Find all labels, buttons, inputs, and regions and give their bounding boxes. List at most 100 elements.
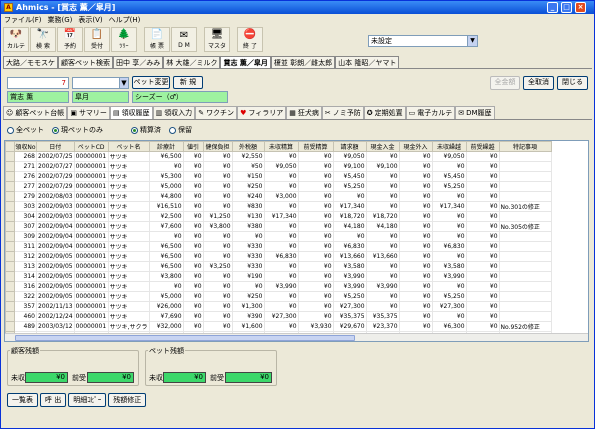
row-header[interactable] — [5, 201, 15, 212]
column-header[interactable]: ペットCD — [73, 141, 109, 152]
radio-this-pet[interactable]: 現ペットのみ — [52, 125, 103, 135]
tab-receipt-input[interactable]: ▥ 領収入力 — [152, 106, 196, 119]
row-header[interactable] — [5, 231, 15, 242]
table-row[interactable]: 277 2002/07/29 00000001 サツキ ¥5,000 ¥0 ¥0 ¥250 ¥0… — [5, 181, 552, 192]
menu-view[interactable]: 表示(V) — [78, 15, 102, 25]
client-tab[interactable]: 顧客ペット検索 — [58, 56, 113, 68]
column-header[interactable]: 外税額 — [231, 141, 265, 152]
column-header[interactable]: 現金外入 — [398, 141, 433, 152]
copy-detail-button[interactable]: 明細ｺﾋﾟｰ — [68, 393, 107, 407]
row-header[interactable] — [5, 161, 15, 172]
cancel-all-button[interactable]: 全取消 — [523, 76, 554, 90]
client-tab[interactable]: 榎並 彰朗／雌太郎 — [270, 56, 336, 68]
dm-button[interactable]: ✉ D M — [171, 27, 197, 52]
horizontal-scrollbar[interactable] — [5, 333, 588, 341]
scrollbar-thumb[interactable] — [15, 335, 355, 341]
receipt-history-grid[interactable]: 領収No 日付 ペットCD ペット名 診療計 値引 健保負担 外税額 未収精算 前受精算 請求額 現金… — [4, 140, 589, 342]
menu-business[interactable]: 業務(G) — [48, 15, 73, 25]
tree-button[interactable]: 🌲 ﾂﾘｰ — [111, 27, 137, 52]
row-header[interactable] — [5, 291, 15, 302]
table-row[interactable]: 357 2002/11/13 00000001 サツキ ¥26,000 ¥0 ¥0 ¥1,30… — [5, 301, 552, 312]
tab-summary[interactable]: ▣ サマリー — [67, 106, 110, 119]
new-button[interactable]: 新 規 — [173, 76, 203, 89]
table-row[interactable]: 307 2002/09/04 00000001 サツキ ¥7,600 ¥0 ¥3,800 ¥3… — [5, 221, 552, 232]
tab-ledger[interactable]: ☺ 顧客ペット台帳 — [3, 106, 68, 119]
column-header[interactable]: 現金入金 — [365, 141, 400, 152]
row-header[interactable] — [5, 221, 15, 232]
reception-button[interactable]: 📋 受付 — [84, 27, 110, 52]
tab-receipt-history[interactable]: ▤ 領収履歴 — [109, 106, 153, 119]
row-header[interactable] — [5, 171, 15, 182]
radio-pending[interactable]: 保留 — [169, 125, 192, 135]
status-select[interactable]: 未設定 ▼ — [368, 35, 478, 47]
chevron-down-icon[interactable]: ▼ — [119, 77, 129, 89]
column-header[interactable]: 値引 — [182, 141, 204, 152]
tab-rabies[interactable]: ▦ 狂犬病 — [286, 106, 322, 119]
table-row[interactable]: 316 2002/09/05 00000001 サツキ ¥0 ¥0 ¥0 ¥0 ¥3,990 ¥0… — [5, 281, 552, 292]
row-header[interactable] — [5, 211, 15, 222]
full-amount-button[interactable]: 全金額 — [490, 76, 520, 90]
client-number-field[interactable]: 7 — [7, 77, 69, 89]
table-row[interactable]: 279 2002/08/03 00000001 サツキ ¥4,800 ¥0 ¥0 ¥240 ¥3… — [5, 191, 552, 202]
table-row[interactable]: 276 2002/07/29 00000001 サツキ ¥5,300 ¥0 ¥0 ¥150 ¥0… — [5, 171, 552, 182]
tab-flea[interactable]: ✂ ノミ予防 — [321, 106, 364, 119]
client-tab-active[interactable]: 賞志 薫／皐月 — [220, 56, 271, 68]
list-button[interactable]: 一覧表 — [7, 393, 38, 407]
column-header[interactable]: 前受繰越 — [465, 141, 500, 152]
minimize-button[interactable]: _ — [547, 2, 558, 13]
close-window-button[interactable]: × — [575, 2, 586, 13]
title-bar[interactable]: A Ahmics - [賞志 薫／皐月] _ □ × — [1, 1, 594, 14]
reservation-button[interactable]: 📅 予約 — [57, 27, 83, 52]
balance-fix-button[interactable]: 残額修正 — [108, 393, 147, 407]
row-header[interactable] — [6, 342, 15, 343]
client-tab[interactable]: 大路／モモスケ — [3, 56, 58, 68]
table-row[interactable]: 9512003/04/2200000001サツキ¥6,250¥0¥0¥310¥0… — [6, 342, 552, 343]
table-row[interactable]: 303 2002/09/03 00000001 サツキ ¥16,510 ¥0 ¥0 ¥830 ¥… — [5, 201, 552, 212]
row-header[interactable] — [5, 261, 15, 272]
tab-dm-history[interactable]: ✉ DM履歴 — [455, 106, 495, 119]
column-header[interactable]: 領収No — [14, 141, 37, 152]
table-row[interactable]: 322 2002/09/05 00000001 サツキ ¥5,000 ¥0 ¥0 ¥250 ¥0… — [5, 291, 552, 302]
menu-help[interactable]: ヘルプ(H) — [109, 15, 141, 25]
row-header[interactable] — [5, 181, 15, 192]
row-header[interactable] — [5, 151, 15, 162]
column-header[interactable]: 日付 — [36, 141, 75, 152]
client-tab[interactable]: 田中 享／みみ — [113, 56, 164, 68]
master-button[interactable]: 🖥 マスタ — [204, 27, 230, 52]
row-header[interactable] — [5, 251, 15, 262]
table-row[interactable]: 489 2003/03/12 00000001 サツキ,サクラ ¥32,000 ¥0 ¥0 ¥… — [5, 321, 552, 332]
row-header[interactable] — [5, 241, 15, 252]
row-header[interactable] — [5, 281, 15, 292]
row-header[interactable] — [5, 311, 15, 322]
table-row[interactable]: 309 2002/09/04 00000001 サツキ ¥0 ¥0 ¥0 ¥0 ¥0 ¥0 ¥0 ¥0… — [5, 231, 552, 242]
tab-treatment[interactable]: ✪ 定期処置 — [363, 106, 406, 119]
column-header[interactable]: ペット名 — [107, 141, 150, 152]
table-row[interactable]: 313 2002/09/05 00000001 サツキ ¥6,500 ¥0 ¥3,250 ¥3… — [5, 261, 552, 272]
call-button[interactable]: 呼 出 — [40, 393, 67, 407]
table-row[interactable]: 304 2002/09/03 00000001 サツキ ¥2,500 ¥0 ¥1,250 ¥1… — [5, 211, 552, 222]
tab-ekarte[interactable]: ▭ 電子カルテ — [405, 106, 456, 119]
column-header[interactable]: 診療計 — [148, 141, 184, 152]
client-tab[interactable]: 林 大雄／ミルク — [163, 56, 221, 68]
table-row[interactable]: 314 2002/09/05 00000001 サツキ ¥3,800 ¥0 ¥0 ¥190 ¥0… — [5, 271, 552, 282]
column-header[interactable]: 未収繰越 — [431, 141, 467, 152]
row-header[interactable] — [5, 321, 15, 332]
table-row[interactable]: 312 2002/09/05 00000001 サツキ ¥6,500 ¥0 ¥0 ¥330 ¥6… — [5, 251, 552, 262]
table-row[interactable]: 268 2002/07/25 00000001 サツキ ¥6,500 ¥0 ¥0 ¥2,550… — [5, 151, 552, 162]
row-header[interactable] — [5, 191, 15, 202]
table-row[interactable]: 460 2002/12/24 00000001 サツキ ¥7,690 ¥0 ¥0 ¥390 ¥2… — [5, 311, 552, 322]
row-header[interactable] — [5, 301, 15, 312]
karte-button[interactable]: 🐶 カルテ — [3, 27, 29, 52]
report-button[interactable]: 📄 帳 票 — [144, 27, 170, 52]
search-button[interactable]: 🔭 検 索 — [30, 27, 56, 52]
table-row[interactable]: 271 2002/07/27 00000001 サツキ ¥0 ¥0 ¥0 ¥50 ¥9,050 ¥… — [5, 161, 552, 172]
radio-settled[interactable]: 精算済 — [131, 125, 161, 135]
column-header[interactable]: 前受精算 — [297, 141, 334, 152]
column-header[interactable]: 特記事項 — [498, 141, 552, 152]
exit-button[interactable]: ⛔ 終 了 — [237, 27, 263, 52]
pet-change-button[interactable]: ペット変更 — [132, 76, 170, 89]
tab-filaria[interactable]: ♥ フィラリア — [237, 106, 287, 119]
table-row[interactable]: 311 2002/09/04 00000001 サツキ ¥6,500 ¥0 ¥0 ¥330 ¥0… — [5, 241, 552, 252]
radio-all-pets[interactable]: 全ペット — [7, 125, 44, 135]
chevron-down-icon[interactable]: ▼ — [467, 36, 477, 46]
